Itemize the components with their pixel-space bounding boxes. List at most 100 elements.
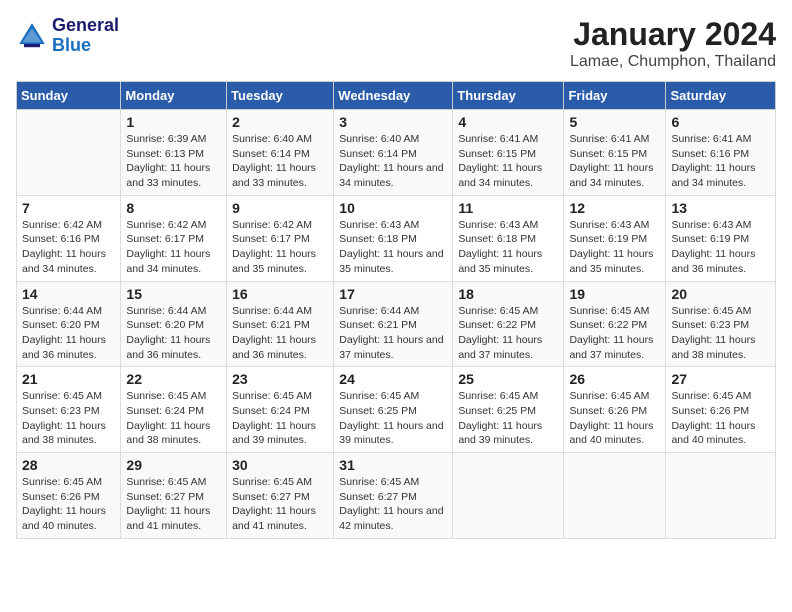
cell-info: Sunrise: 6:43 AMSunset: 6:18 PMDaylight:… (458, 218, 558, 277)
cell-info: Sunrise: 6:44 AMSunset: 6:20 PMDaylight:… (126, 304, 221, 363)
cell-info: Sunrise: 6:43 AMSunset: 6:18 PMDaylight:… (339, 218, 447, 277)
calendar-cell: 2 Sunrise: 6:40 AMSunset: 6:14 PMDayligh… (227, 110, 334, 196)
calendar-week-row: 14 Sunrise: 6:44 AMSunset: 6:20 PMDaylig… (17, 281, 776, 367)
calendar-cell: 29 Sunrise: 6:45 AMSunset: 6:27 PMDaylig… (121, 453, 227, 539)
day-number: 4 (458, 114, 558, 130)
day-number: 20 (671, 286, 770, 302)
weekday-header-cell: Sunday (17, 82, 121, 110)
calendar-cell (564, 453, 666, 539)
cell-info: Sunrise: 6:44 AMSunset: 6:21 PMDaylight:… (339, 304, 447, 363)
cell-info: Sunrise: 6:45 AMSunset: 6:26 PMDaylight:… (671, 389, 770, 448)
calendar-week-row: 7 Sunrise: 6:42 AMSunset: 6:16 PMDayligh… (17, 195, 776, 281)
logo-line1: General (52, 16, 119, 36)
calendar-cell: 24 Sunrise: 6:45 AMSunset: 6:25 PMDaylig… (334, 367, 453, 453)
day-number: 18 (458, 286, 558, 302)
weekday-header-cell: Tuesday (227, 82, 334, 110)
cell-info: Sunrise: 6:39 AMSunset: 6:13 PMDaylight:… (126, 132, 221, 191)
calendar-cell (453, 453, 564, 539)
calendar-cell: 25 Sunrise: 6:45 AMSunset: 6:25 PMDaylig… (453, 367, 564, 453)
cell-info: Sunrise: 6:41 AMSunset: 6:15 PMDaylight:… (458, 132, 558, 191)
logo-line2: Blue (52, 35, 91, 55)
day-number: 3 (339, 114, 447, 130)
title-block: January 2024 Lamae, Chumphon, Thailand (570, 16, 776, 71)
day-number: 17 (339, 286, 447, 302)
day-number: 11 (458, 200, 558, 216)
day-number: 5 (569, 114, 660, 130)
day-number: 14 (22, 286, 115, 302)
calendar-cell: 8 Sunrise: 6:42 AMSunset: 6:17 PMDayligh… (121, 195, 227, 281)
day-number: 28 (22, 457, 115, 473)
calendar-cell: 11 Sunrise: 6:43 AMSunset: 6:18 PMDaylig… (453, 195, 564, 281)
calendar-week-row: 28 Sunrise: 6:45 AMSunset: 6:26 PMDaylig… (17, 453, 776, 539)
day-number: 12 (569, 200, 660, 216)
cell-info: Sunrise: 6:44 AMSunset: 6:20 PMDaylight:… (22, 304, 115, 363)
calendar-cell: 31 Sunrise: 6:45 AMSunset: 6:27 PMDaylig… (334, 453, 453, 539)
day-number: 8 (126, 200, 221, 216)
calendar-cell: 10 Sunrise: 6:43 AMSunset: 6:18 PMDaylig… (334, 195, 453, 281)
calendar-cell: 12 Sunrise: 6:43 AMSunset: 6:19 PMDaylig… (564, 195, 666, 281)
logo-text: General Blue (52, 16, 119, 56)
cell-info: Sunrise: 6:41 AMSunset: 6:15 PMDaylight:… (569, 132, 660, 191)
day-number: 2 (232, 114, 328, 130)
cell-info: Sunrise: 6:44 AMSunset: 6:21 PMDaylight:… (232, 304, 328, 363)
day-number: 10 (339, 200, 447, 216)
calendar-cell: 30 Sunrise: 6:45 AMSunset: 6:27 PMDaylig… (227, 453, 334, 539)
weekday-header-cell: Monday (121, 82, 227, 110)
page-header: General Blue January 2024 Lamae, Chumpho… (16, 16, 776, 71)
calendar-cell: 13 Sunrise: 6:43 AMSunset: 6:19 PMDaylig… (666, 195, 776, 281)
cell-info: Sunrise: 6:41 AMSunset: 6:16 PMDaylight:… (671, 132, 770, 191)
calendar-cell (666, 453, 776, 539)
calendar-body: 1 Sunrise: 6:39 AMSunset: 6:13 PMDayligh… (17, 110, 776, 539)
day-number: 7 (22, 200, 115, 216)
calendar-cell: 22 Sunrise: 6:45 AMSunset: 6:24 PMDaylig… (121, 367, 227, 453)
cell-info: Sunrise: 6:45 AMSunset: 6:26 PMDaylight:… (22, 475, 115, 534)
cell-info: Sunrise: 6:45 AMSunset: 6:27 PMDaylight:… (339, 475, 447, 534)
day-number: 23 (232, 371, 328, 387)
calendar-cell: 28 Sunrise: 6:45 AMSunset: 6:26 PMDaylig… (17, 453, 121, 539)
calendar-cell: 4 Sunrise: 6:41 AMSunset: 6:15 PMDayligh… (453, 110, 564, 196)
day-number: 27 (671, 371, 770, 387)
calendar-cell: 7 Sunrise: 6:42 AMSunset: 6:16 PMDayligh… (17, 195, 121, 281)
day-number: 1 (126, 114, 221, 130)
calendar-cell: 15 Sunrise: 6:44 AMSunset: 6:20 PMDaylig… (121, 281, 227, 367)
cell-info: Sunrise: 6:45 AMSunset: 6:24 PMDaylight:… (232, 389, 328, 448)
cell-info: Sunrise: 6:42 AMSunset: 6:17 PMDaylight:… (232, 218, 328, 277)
calendar-cell: 3 Sunrise: 6:40 AMSunset: 6:14 PMDayligh… (334, 110, 453, 196)
cell-info: Sunrise: 6:45 AMSunset: 6:24 PMDaylight:… (126, 389, 221, 448)
calendar-cell: 5 Sunrise: 6:41 AMSunset: 6:15 PMDayligh… (564, 110, 666, 196)
calendar-cell: 26 Sunrise: 6:45 AMSunset: 6:26 PMDaylig… (564, 367, 666, 453)
cell-info: Sunrise: 6:45 AMSunset: 6:26 PMDaylight:… (569, 389, 660, 448)
cell-info: Sunrise: 6:43 AMSunset: 6:19 PMDaylight:… (569, 218, 660, 277)
day-number: 31 (339, 457, 447, 473)
calendar-week-row: 21 Sunrise: 6:45 AMSunset: 6:23 PMDaylig… (17, 367, 776, 453)
day-number: 21 (22, 371, 115, 387)
calendar-week-row: 1 Sunrise: 6:39 AMSunset: 6:13 PMDayligh… (17, 110, 776, 196)
main-title: January 2024 (570, 16, 776, 53)
day-number: 16 (232, 286, 328, 302)
weekday-header-cell: Saturday (666, 82, 776, 110)
calendar-cell: 6 Sunrise: 6:41 AMSunset: 6:16 PMDayligh… (666, 110, 776, 196)
weekday-header-cell: Wednesday (334, 82, 453, 110)
day-number: 15 (126, 286, 221, 302)
day-number: 9 (232, 200, 328, 216)
cell-info: Sunrise: 6:45 AMSunset: 6:23 PMDaylight:… (22, 389, 115, 448)
cell-info: Sunrise: 6:42 AMSunset: 6:16 PMDaylight:… (22, 218, 115, 277)
calendar-cell: 23 Sunrise: 6:45 AMSunset: 6:24 PMDaylig… (227, 367, 334, 453)
day-number: 13 (671, 200, 770, 216)
calendar-table: SundayMondayTuesdayWednesdayThursdayFrid… (16, 81, 776, 539)
subtitle: Lamae, Chumphon, Thailand (570, 53, 776, 71)
weekday-header-cell: Thursday (453, 82, 564, 110)
calendar-cell: 14 Sunrise: 6:44 AMSunset: 6:20 PMDaylig… (17, 281, 121, 367)
cell-info: Sunrise: 6:40 AMSunset: 6:14 PMDaylight:… (232, 132, 328, 191)
calendar-cell: 20 Sunrise: 6:45 AMSunset: 6:23 PMDaylig… (666, 281, 776, 367)
day-number: 26 (569, 371, 660, 387)
day-number: 25 (458, 371, 558, 387)
calendar-cell: 19 Sunrise: 6:45 AMSunset: 6:22 PMDaylig… (564, 281, 666, 367)
cell-info: Sunrise: 6:45 AMSunset: 6:27 PMDaylight:… (232, 475, 328, 534)
calendar-cell: 18 Sunrise: 6:45 AMSunset: 6:22 PMDaylig… (453, 281, 564, 367)
cell-info: Sunrise: 6:42 AMSunset: 6:17 PMDaylight:… (126, 218, 221, 277)
calendar-cell: 9 Sunrise: 6:42 AMSunset: 6:17 PMDayligh… (227, 195, 334, 281)
day-number: 30 (232, 457, 328, 473)
cell-info: Sunrise: 6:45 AMSunset: 6:27 PMDaylight:… (126, 475, 221, 534)
day-number: 6 (671, 114, 770, 130)
